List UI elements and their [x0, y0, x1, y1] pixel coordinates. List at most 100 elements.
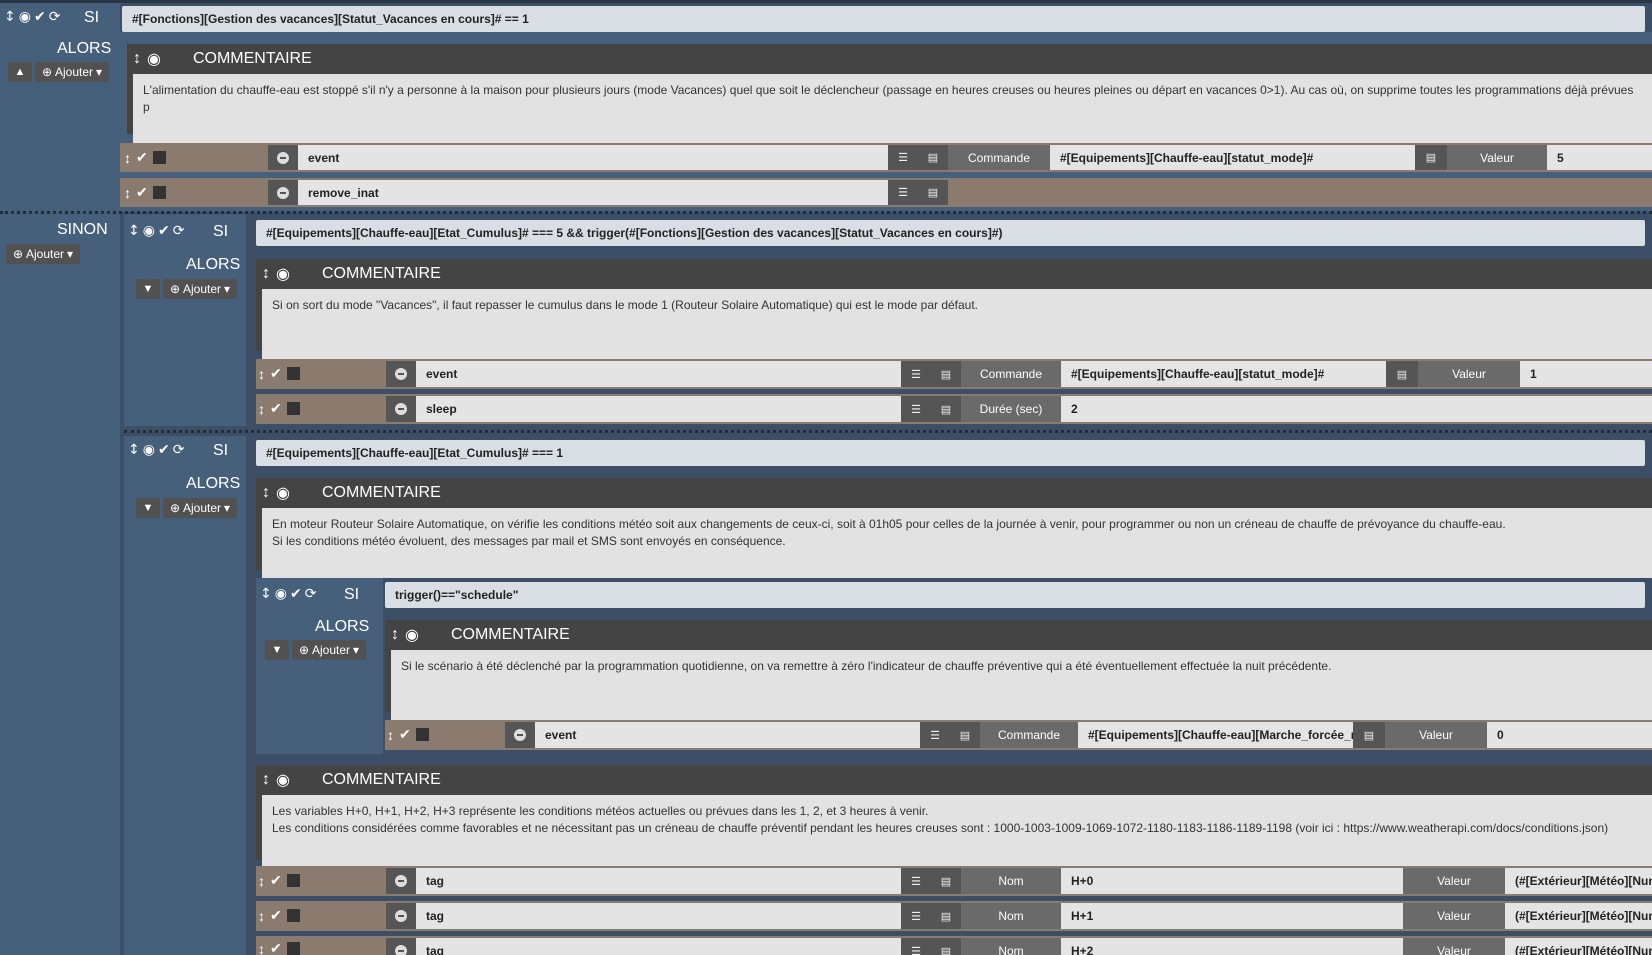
checkbox[interactable] — [286, 942, 300, 955]
move-vertical-icon[interactable]: ↕ — [258, 366, 265, 382]
minus-circle-icon[interactable] — [386, 868, 416, 894]
refresh-icon[interactable]: ⟳ — [49, 10, 61, 24]
checkbox[interactable] — [286, 874, 300, 887]
check-icon[interactable]: ✔ — [270, 907, 282, 924]
list-icon[interactable]: ☰ — [901, 903, 931, 929]
move-vertical-icon[interactable]: ↕ — [391, 626, 399, 644]
eye-icon[interactable]: ◉ — [19, 10, 31, 24]
comment-text[interactable]: Si le scénario à été déclenché par la pr… — [391, 650, 1652, 724]
check-icon[interactable]: ✔ — [270, 400, 282, 417]
sinon-ajouter-button[interactable]: ⊕ Ajouter ▾ — [6, 244, 80, 264]
check-icon[interactable]: ✔ — [270, 365, 282, 382]
checkbox[interactable] — [286, 909, 300, 922]
edit-icon[interactable]: ▤ — [1415, 145, 1447, 170]
edit-icon[interactable]: ▤ — [918, 145, 948, 170]
action-command-input[interactable]: event — [416, 361, 911, 387]
check-icon[interactable]: ✔ — [158, 224, 170, 238]
nom-input[interactable]: H+2 — [1061, 938, 1413, 955]
refresh-icon[interactable]: ⟳ — [173, 224, 185, 238]
eye-icon[interactable]: ◉ — [276, 264, 290, 284]
action-command-input[interactable]: event — [535, 722, 930, 748]
move-vertical-icon[interactable]: ↕ — [258, 908, 265, 924]
move-vertical-icon[interactable]: ↕ — [262, 484, 270, 502]
duree-input[interactable]: 2 — [1061, 396, 1652, 422]
check-icon[interactable]: ✔ — [136, 149, 148, 166]
edit-icon[interactable]: ▤ — [931, 361, 961, 387]
list-icon[interactable]: ☰ — [901, 361, 931, 387]
comment-text[interactable]: En moteur Routeur Solaire Automatique, o… — [262, 508, 1652, 582]
commande-input[interactable]: #[Equipements][Chauffe-eau][statut_mode]… — [1061, 361, 1396, 387]
valeur-input[interactable]: 1 — [1520, 361, 1652, 387]
list-icon[interactable]: ☰ — [901, 868, 931, 894]
minus-circle-icon[interactable] — [386, 396, 416, 422]
inner-condition-input[interactable]: trigger()=="schedule" — [385, 582, 1645, 608]
action-command-input[interactable]: tag — [416, 903, 911, 929]
check-icon[interactable]: ✔ — [270, 872, 282, 889]
list-icon[interactable]: ☰ — [901, 938, 931, 955]
eye-icon[interactable]: ◉ — [276, 770, 290, 790]
valeur-input[interactable]: 5 — [1547, 145, 1652, 170]
commande-input[interactable]: #[Equipements][Chauffe-eau][Marche_forcé… — [1078, 722, 1363, 748]
edit-icon[interactable]: ▤ — [931, 903, 961, 929]
inner-ajouter-button[interactable]: ⊕ Ajouter ▾ — [292, 640, 366, 660]
collapse-down-button[interactable]: ▼ — [136, 279, 160, 299]
list-icon[interactable]: ☰ — [888, 180, 918, 205]
refresh-icon[interactable]: ⟳ — [305, 587, 317, 601]
block1-condition-input[interactable]: #[Fonctions][Gestion des vacances][Statu… — [122, 6, 1645, 32]
list-icon[interactable]: ☰ — [901, 396, 931, 422]
check-icon[interactable]: ✔ — [34, 10, 46, 24]
block2-ajouter-button[interactable]: ⊕ Ajouter ▾ — [163, 279, 237, 299]
checkbox[interactable] — [415, 728, 429, 741]
action-command-input[interactable]: sleep — [416, 396, 911, 422]
list-icon[interactable]: ☰ — [920, 722, 950, 748]
edit-icon[interactable]: ▤ — [1353, 722, 1385, 748]
valeur-input[interactable]: (#[Extérieur][Météo][Numéro conditi — [1505, 938, 1652, 955]
collapse-down-button[interactable]: ▼ — [136, 498, 160, 518]
action-command-input[interactable]: event — [298, 145, 898, 170]
move-vertical-icon[interactable]: ↕ — [124, 150, 131, 166]
move-vertical-icon[interactable]: ↕ — [258, 941, 265, 955]
eye-icon[interactable]: ◉ — [405, 625, 419, 645]
block3-ajouter-button[interactable]: ⊕ Ajouter ▾ — [163, 498, 237, 518]
valeur-input[interactable]: (#[Extérieur][Météo][Numéro conditi — [1505, 903, 1652, 929]
move-vertical-icon[interactable]: ↕ — [262, 265, 270, 283]
action-command-input[interactable]: tag — [416, 938, 911, 955]
edit-icon[interactable]: ▤ — [1386, 361, 1418, 387]
list-icon[interactable]: ☰ — [888, 145, 918, 170]
collapse-up-button[interactable]: ▲ — [8, 62, 32, 82]
valeur-input[interactable]: 0 — [1487, 722, 1652, 748]
nom-input[interactable]: H+0 — [1061, 868, 1413, 894]
eye-icon[interactable]: ◉ — [276, 483, 290, 503]
check-icon[interactable]: ✔ — [290, 587, 302, 601]
check-icon[interactable]: ✔ — [270, 940, 282, 955]
check-icon[interactable]: ✔ — [136, 184, 148, 201]
refresh-icon[interactable]: ⟳ — [173, 443, 185, 457]
move-vertical-icon[interactable]: ↕ — [133, 50, 141, 68]
move-vertical-icon[interactable]: ↕ — [258, 401, 265, 417]
move-vertical-icon[interactable]: ↕ — [128, 224, 140, 238]
move-vertical-icon[interactable]: ↕ — [387, 727, 394, 743]
block3-condition-input[interactable]: #[Equipements][Chauffe-eau][Etat_Cumulus… — [256, 440, 1645, 466]
checkbox[interactable] — [152, 186, 166, 199]
valeur-input[interactable]: (#[Extérieur][Météo][Numéro conditi — [1505, 868, 1652, 894]
comment-text[interactable]: Les variables H+0, H+1, H+2, H+3 représe… — [262, 795, 1652, 872]
nom-input[interactable]: H+1 — [1061, 903, 1413, 929]
move-vertical-icon[interactable]: ↕ — [262, 771, 270, 789]
eye-icon[interactable]: ◉ — [143, 224, 155, 238]
move-vertical-icon[interactable]: ↕ — [258, 873, 265, 889]
block2-condition-input[interactable]: #[Equipements][Chauffe-eau][Etat_Cumulus… — [256, 220, 1645, 246]
check-icon[interactable]: ✔ — [158, 443, 170, 457]
minus-circle-icon[interactable] — [505, 722, 535, 748]
action-command-input[interactable]: tag — [416, 868, 911, 894]
eye-icon[interactable]: ◉ — [147, 49, 161, 69]
minus-circle-icon[interactable] — [386, 938, 416, 955]
minus-circle-icon[interactable] — [386, 361, 416, 387]
checkbox[interactable] — [286, 367, 300, 380]
collapse-down-button[interactable]: ▼ — [265, 640, 289, 660]
checkbox[interactable] — [286, 402, 300, 415]
move-vertical-icon[interactable]: ↕ — [260, 587, 272, 601]
minus-circle-icon[interactable] — [386, 903, 416, 929]
block1-ajouter-button[interactable]: ⊕ Ajouter ▾ — [35, 62, 109, 82]
minus-circle-icon[interactable] — [268, 180, 298, 205]
commande-input[interactable]: #[Equipements][Chauffe-eau][statut_mode]… — [1050, 145, 1425, 170]
